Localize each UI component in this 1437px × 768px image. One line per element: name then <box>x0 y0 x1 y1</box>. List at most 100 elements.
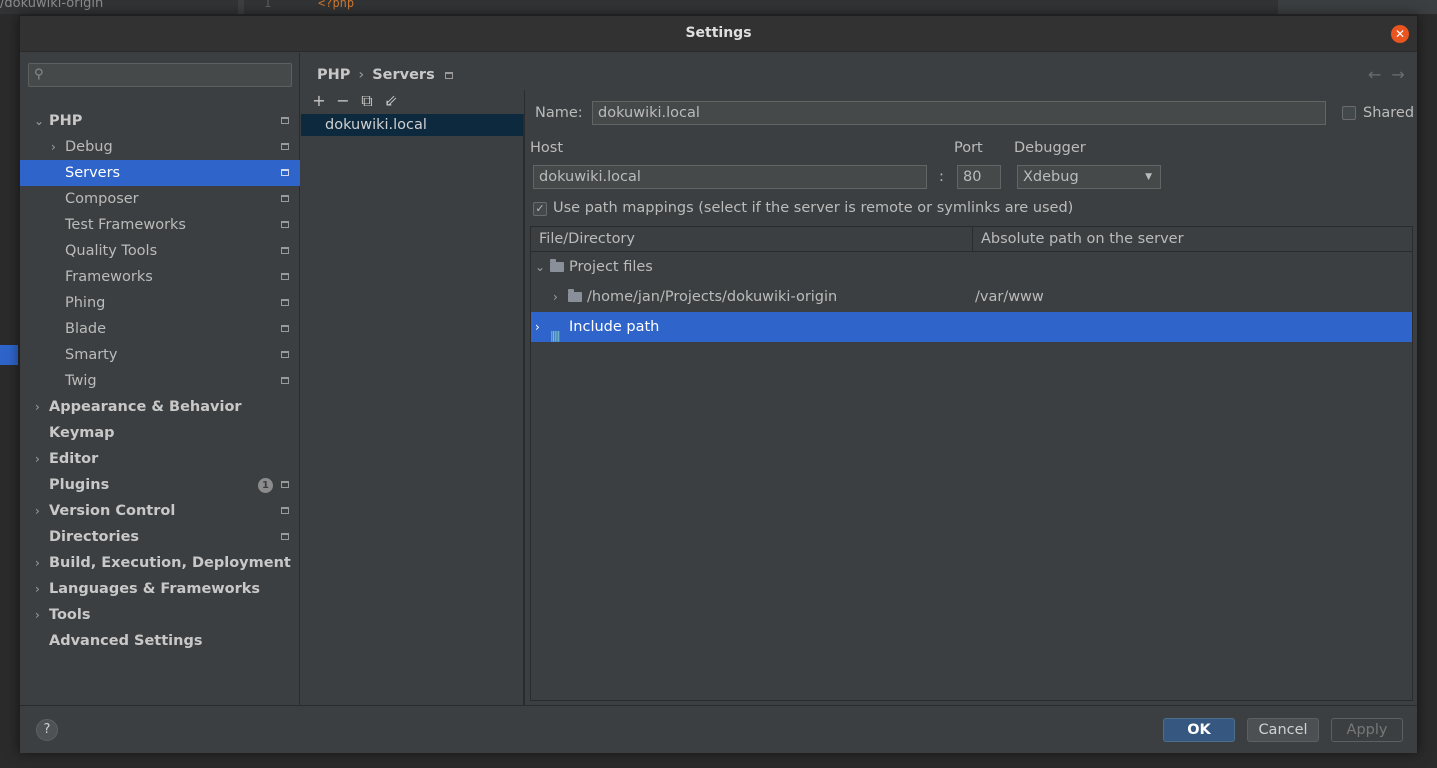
dropdown-arrow-icon: ▼ <box>1145 172 1152 182</box>
nav-item-label: Twig <box>65 373 97 389</box>
nav-item-editor[interactable]: › Editor <box>20 446 300 472</box>
port-field[interactable]: 80 <box>957 165 1001 189</box>
chevron-right-icon[interactable]: › <box>535 312 540 342</box>
port-separator: : <box>939 169 944 185</box>
project-level-icon <box>281 507 289 514</box>
name-label: Name: <box>535 105 583 121</box>
host-field[interactable]: dokuwiki.local <box>533 165 927 189</box>
server-list: dokuwiki.local <box>301 114 524 705</box>
ok-button[interactable]: OK <box>1163 718 1235 742</box>
project-level-icon <box>281 247 289 254</box>
nav-item-label: Debug <box>65 139 113 155</box>
row-label: /home/jan/Projects/dokuwiki-origin <box>587 289 838 305</box>
shared-label[interactable]: Shared <box>1363 105 1414 121</box>
nav-item-label: Plugins <box>49 477 110 493</box>
project-level-icon <box>281 351 289 358</box>
table-row-include-path[interactable]: › ||||| Include path <box>531 312 1412 342</box>
ide-top-strip: /dokuwiki-origin 1 <?php <box>0 0 1437 14</box>
chevron-right-icon[interactable]: › <box>35 602 40 628</box>
close-icon[interactable]: ✕ <box>1395 27 1405 41</box>
project-level-icon <box>281 299 289 306</box>
nav-item-appearance-behavior[interactable]: › Appearance & Behavior <box>20 394 300 420</box>
plugins-update-badge: 1 <box>258 478 273 493</box>
nav-item-quality-tools[interactable]: Quality Tools <box>20 238 300 264</box>
path-mappings-checkbox[interactable]: ✓ <box>533 202 547 216</box>
chevron-right-icon[interactable]: › <box>35 576 40 602</box>
debugger-value: Xdebug <box>1023 169 1079 185</box>
nav-item-directories[interactable]: Directories <box>20 524 300 550</box>
row-label: Project files <box>569 259 653 275</box>
forward-arrow-icon[interactable]: → <box>1391 65 1404 84</box>
chevron-right-icon[interactable]: › <box>51 134 56 160</box>
apply-button[interactable]: Apply <box>1331 718 1403 742</box>
column-header-server-path[interactable]: Absolute path on the server <box>972 227 1412 252</box>
back-arrow-icon[interactable]: ← <box>1368 65 1381 84</box>
nav-item-label: Frameworks <box>65 269 153 285</box>
ide-right-panel <box>1278 0 1437 14</box>
project-level-icon <box>281 273 289 280</box>
project-level-icon <box>281 143 289 150</box>
server-path-cell[interactable]: /var/www <box>975 282 1044 312</box>
nav-item-build-execution-deployment[interactable]: › Build, Execution, Deployment <box>20 550 300 576</box>
nav-item-composer[interactable]: Composer <box>20 186 300 212</box>
nav-item-label: Test Frameworks <box>65 217 186 233</box>
code-line: <?php <box>318 0 355 10</box>
nav-item-label: Blade <box>65 321 106 337</box>
chevron-right-icon[interactable]: › <box>35 498 40 524</box>
import-server-icon[interactable]: ⇙ <box>379 91 403 111</box>
project-level-icon <box>281 117 289 124</box>
nav-item-smarty[interactable]: Smarty <box>20 342 300 368</box>
table-row-project-files[interactable]: ⌄ Project files <box>531 252 1412 282</box>
chevron-right-icon[interactable]: › <box>35 550 40 576</box>
search-icon: ⚲ <box>34 67 44 82</box>
breadcrumb-separator: › <box>358 67 365 83</box>
table-row-project-path[interactable]: › /home/jan/Projects/dokuwiki-origin /va… <box>531 282 1412 312</box>
nav-item-languages-frameworks[interactable]: › Languages & Frameworks <box>20 576 300 602</box>
name-field[interactable]: dokuwiki.local <box>592 101 1326 125</box>
nav-item-twig[interactable]: Twig <box>20 368 300 394</box>
help-button[interactable]: ? <box>36 719 58 741</box>
nav-item-frameworks[interactable]: Frameworks <box>20 264 300 290</box>
copy-server-icon[interactable]: ⧉ <box>355 91 379 111</box>
settings-nav: ⚲ ⌄ PHP › Debug Servers Composer Test Fr… <box>20 53 300 705</box>
nav-item-debug[interactable]: › Debug <box>20 134 300 160</box>
nav-item-php[interactable]: ⌄ PHP <box>20 108 300 134</box>
nav-item-label: Tools <box>49 607 91 623</box>
nav-item-advanced-settings[interactable]: Advanced Settings <box>20 628 300 654</box>
chevron-right-icon[interactable]: › <box>35 446 40 472</box>
shared-checkbox[interactable] <box>1342 106 1356 120</box>
chevron-down-icon[interactable]: ⌄ <box>535 252 545 282</box>
nav-item-keymap[interactable]: Keymap <box>20 420 300 446</box>
search-input[interactable]: ⚲ <box>28 63 292 87</box>
nav-item-label: Editor <box>49 451 99 467</box>
nav-item-plugins[interactable]: Plugins 1 <box>20 472 300 498</box>
project-level-icon <box>281 533 289 540</box>
path-mappings-label[interactable]: Use path mappings (select if the server … <box>553 200 1073 216</box>
project-name: /dokuwiki-origin <box>0 0 104 11</box>
chevron-right-icon[interactable]: › <box>553 282 558 312</box>
debugger-select[interactable]: Xdebug ▼ <box>1017 165 1161 189</box>
add-server-icon[interactable]: + <box>307 91 331 111</box>
folder-icon <box>568 289 582 302</box>
project-level-icon <box>281 195 289 202</box>
nav-item-test-frameworks[interactable]: Test Frameworks <box>20 212 300 238</box>
close-button[interactable]: ✕ <box>1391 25 1409 43</box>
column-header-file-directory[interactable]: File/Directory <box>531 227 972 252</box>
nav-item-phing[interactable]: Phing <box>20 290 300 316</box>
nav-item-servers[interactable]: Servers <box>20 160 300 186</box>
cancel-button[interactable]: Cancel <box>1247 718 1319 742</box>
server-list-item[interactable]: dokuwiki.local <box>301 114 523 136</box>
nav-item-version-control[interactable]: › Version Control <box>20 498 300 524</box>
dialog-titlebar: Settings ✕ <box>20 16 1417 52</box>
editor-gutter <box>238 0 312 14</box>
nav-item-tools[interactable]: › Tools <box>20 602 300 628</box>
chevron-down-icon[interactable]: ⌄ <box>34 108 44 134</box>
breadcrumb: PHP › Servers <box>317 67 453 83</box>
panel-divider[interactable] <box>524 90 525 705</box>
nav-item-blade[interactable]: Blade <box>20 316 300 342</box>
chevron-right-icon[interactable]: › <box>35 394 40 420</box>
remove-server-icon[interactable]: − <box>331 91 355 111</box>
breadcrumb-parent[interactable]: PHP <box>317 67 350 83</box>
nav-item-label: Directories <box>49 529 140 545</box>
host-label: Host <box>530 140 564 156</box>
